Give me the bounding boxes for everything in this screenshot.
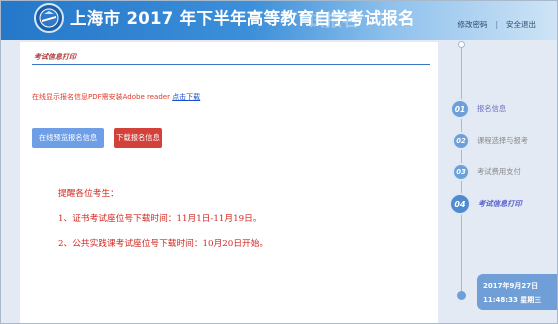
step-label: 课程选择与报考: [477, 136, 529, 145]
reminder-item: 2、公共实践课考试座位号下载时间：10月20日开始。: [58, 239, 269, 249]
step-number-badge: 01: [450, 99, 470, 119]
step-fee-payment[interactable]: 03 考试费用支付: [450, 163, 521, 181]
header-links: 修改密码 | 安全退出: [457, 19, 536, 30]
step-exam-info-print[interactable]: 04 考试信息打印: [449, 193, 522, 215]
section-title: 考试信息打印: [34, 53, 76, 61]
step-label: 考试费用支付: [477, 167, 521, 176]
title-watermark: 试报名: [308, 11, 359, 31]
timeline-start-dot: [458, 41, 465, 48]
reminder-item: 1、证书考试座位号下载时间：11月1日-11月19日。: [58, 214, 262, 224]
preview-info-button[interactable]: 在线预览报名信息: [32, 128, 104, 148]
reminder-heading: 提醒各位考生：: [58, 189, 119, 199]
step-label: 报名信息: [477, 104, 507, 113]
reminder-block: 提醒各位考生： 1、证书考试座位号下载时间：11月1日-11月19日。 2、公共…: [58, 182, 268, 257]
pdf-notice: 在线显示报名信息PDF需安装Adobe reader 点击下载: [32, 92, 200, 102]
step-course-selection[interactable]: 02 课程选择与报考: [450, 132, 528, 150]
step-registration-info[interactable]: 01 报名信息: [450, 99, 506, 119]
section-divider: [32, 64, 430, 65]
step-number-badge: 04: [449, 193, 471, 215]
datetime-display: 2017年9月27日 11:48:33 星期三: [477, 274, 558, 310]
download-info-button[interactable]: 下载报名信息: [114, 128, 162, 148]
step-number-badge: 02: [452, 132, 470, 150]
link-separator: |: [495, 20, 498, 29]
header-bar: 上海市 2017 年下半年高等教育自学考试报名 试报名 修改密码 | 安全退出: [0, 0, 558, 40]
page-title: 上海市 2017 年下半年高等教育自学考试报名: [70, 9, 415, 28]
step-label: 考试信息打印: [478, 199, 522, 208]
timeline-end-dot: [457, 291, 466, 300]
pdf-notice-text: 在线显示报名信息PDF需安装Adobe reader: [32, 93, 173, 101]
step-number-badge: 03: [452, 163, 470, 181]
main-panel: 考试信息打印 在线显示报名信息PDF需安装Adobe reader 点击下载 在…: [20, 42, 438, 324]
download-reader-link[interactable]: 点击下载: [172, 93, 200, 101]
current-date: 2017年9月27日: [483, 282, 539, 290]
exam-logo-icon: [34, 3, 64, 33]
change-password-link[interactable]: 修改密码: [457, 20, 487, 29]
logout-link[interactable]: 安全退出: [506, 20, 536, 29]
current-time: 11:48:33 星期三: [483, 296, 542, 304]
